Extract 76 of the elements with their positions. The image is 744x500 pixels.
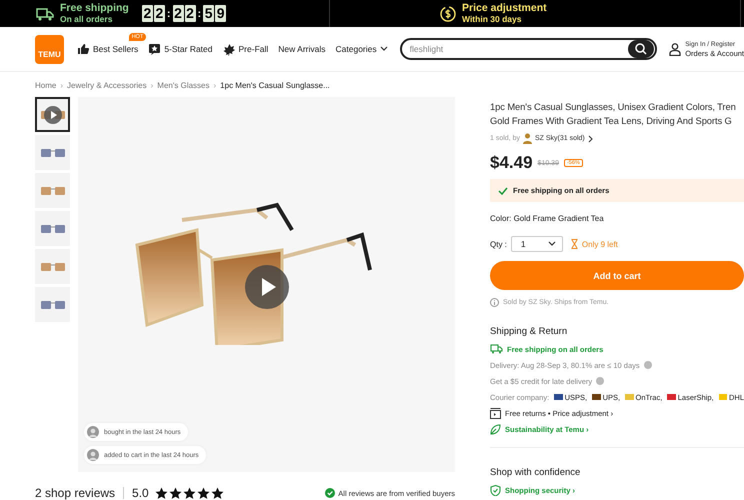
- breadcrumb-item: 1pc Men's Casual Sunglasse...: [220, 80, 330, 90]
- star-icon: [154, 486, 168, 500]
- leaf-icon: [222, 42, 236, 56]
- breadcrumb-item[interactable]: Home: [35, 80, 56, 90]
- avatar-icon: [87, 426, 99, 438]
- stock-note: Only 9 left: [582, 240, 618, 248]
- return-box-icon: [490, 408, 501, 418]
- check-icon: [498, 186, 508, 194]
- price: $4.49: [490, 153, 533, 173]
- star-icon: [182, 486, 196, 500]
- timer-digit: 5: [203, 5, 214, 22]
- truck-icon: [36, 6, 54, 20]
- breadcrumb-item[interactable]: Men's Glasses: [157, 80, 210, 90]
- thumbs-up-icon: [76, 42, 90, 56]
- search-icon: [635, 43, 648, 55]
- promo-subtitle: Within 30 days: [462, 14, 522, 24]
- star-badge-icon: [148, 42, 162, 56]
- thumbnail[interactable]: [35, 135, 70, 170]
- promo-title: Price adjustment: [462, 2, 547, 14]
- thumbnail[interactable]: [35, 97, 70, 132]
- breadcrumb-separator: ›: [150, 80, 154, 90]
- star-icon: [196, 486, 210, 500]
- shield-check-icon: [490, 484, 501, 496]
- section-heading: Shop with confidence: [490, 467, 582, 478]
- shield-check-icon: [325, 488, 336, 498]
- chevron-icon: [588, 134, 593, 142]
- person-icon: [669, 42, 682, 56]
- timer-colon: :: [198, 8, 202, 20]
- timer-colon: :: [166, 8, 171, 20]
- breadcrumb-separator: ›: [60, 80, 64, 90]
- quantity-select[interactable]: 1: [510, 236, 563, 252]
- nav-link[interactable]: 5-Star Rated: [148, 42, 213, 56]
- sunglasses-thumbnail-icon: [38, 184, 66, 196]
- sunglasses-thumbnail-icon: [38, 146, 66, 158]
- thumbnail[interactable]: [35, 211, 70, 246]
- search-field[interactable]: fleshlight: [402, 43, 628, 55]
- timer-digit: 2: [154, 5, 165, 22]
- leaf-icon: [490, 424, 501, 434]
- caret-icon: [380, 46, 388, 52]
- color-label: Color: Gold Frame Gradient Tea: [490, 214, 605, 223]
- avatar-icon: [87, 449, 99, 461]
- sunglasses-thumbnail-icon: [38, 260, 66, 272]
- nav-link[interactable]: Pre-Fall: [222, 42, 268, 56]
- dollar-icon: [440, 6, 456, 22]
- star-icon: [210, 486, 224, 500]
- sunglasses-thumbnail-icon: [38, 222, 66, 234]
- breadcrumb-separator: ›: [214, 80, 216, 90]
- hourglass-icon: [570, 239, 578, 249]
- promo-title: Free shipping: [60, 2, 129, 14]
- caret-icon: [548, 241, 556, 247]
- timer-digit: 9: [215, 5, 226, 22]
- thumbnail[interactable]: [35, 249, 70, 284]
- promo-subtitle: On all orders: [60, 14, 114, 24]
- search-bar[interactable]: fleshlight: [400, 38, 658, 60]
- quantity-label: Qty :: [490, 240, 507, 248]
- nav-link[interactable]: Best Sellers: [76, 42, 138, 56]
- search-button[interactable]: [628, 40, 654, 58]
- timer-digit: 2: [142, 5, 153, 22]
- product-title: 1pc Men's Casual Sunglasses, Unisex Gradient Colors, Tren: [490, 100, 737, 114]
- star-icon: [168, 486, 182, 500]
- timer-digit: 2: [172, 5, 184, 22]
- info-icon: [490, 298, 499, 307]
- sunglasses-thumbnail-icon: [38, 298, 66, 310]
- nav-link[interactable]: Categories: [336, 44, 388, 54]
- review-count: 2 shop reviews: [35, 486, 116, 500]
- product-title: Gold Frames With Gradient Tea Lens, Driving And Sports G: [490, 114, 733, 128]
- seller-icon: [522, 133, 532, 144]
- play-icon: [245, 265, 289, 309]
- thumbnail[interactable]: [35, 173, 70, 208]
- truck-icon: [490, 344, 503, 354]
- thumbnail[interactable]: [35, 287, 70, 322]
- breadcrumb-item[interactable]: Jewelry & Accessories: [67, 80, 147, 90]
- timer-digit: 2: [184, 5, 196, 22]
- rating-value: 5.0: [132, 486, 149, 500]
- nav-link[interactable]: New Arrivals: [278, 44, 326, 54]
- section-heading: Shipping & Return: [490, 326, 568, 337]
